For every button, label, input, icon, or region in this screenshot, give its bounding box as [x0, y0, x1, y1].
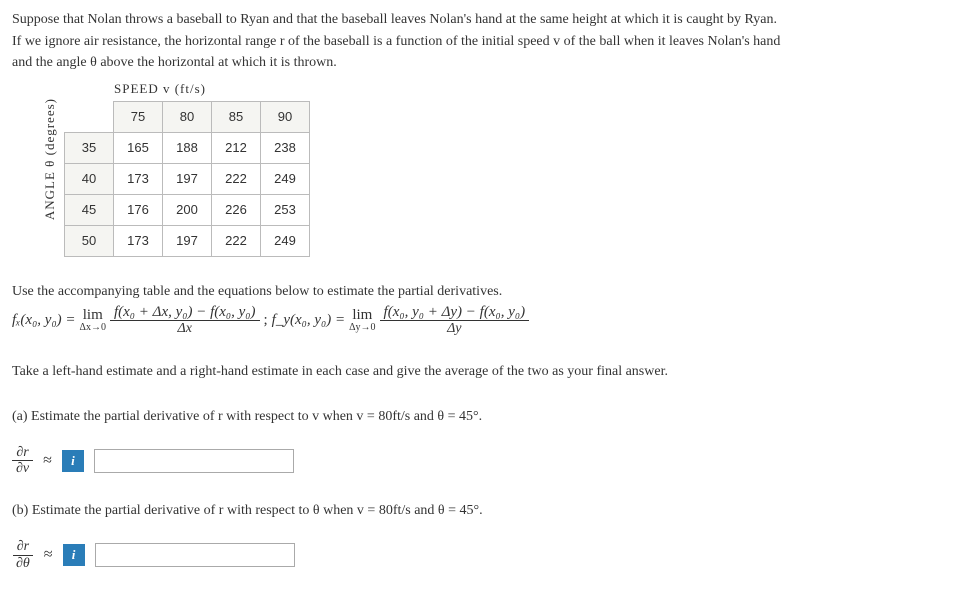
row-header: 40 [65, 163, 114, 194]
intro-line-1: Suppose that Nolan throws a baseball to … [12, 10, 948, 30]
answer-input-b[interactable] [95, 543, 295, 567]
fy-den: Δy [443, 321, 465, 336]
fx-lim: lim Δx→0 [80, 308, 106, 333]
cell: 249 [261, 163, 310, 194]
fy-lhs: f_y(x₀, y₀) = [272, 309, 345, 332]
fy-num: f(x₀, y₀ + Δy) − f(x₀, y₀) [380, 304, 530, 322]
part-a-question: (a) Estimate the partial derivative of r… [12, 406, 948, 427]
info-button-a[interactable]: i [62, 450, 84, 472]
cell: 197 [163, 225, 212, 256]
table-corner [65, 101, 114, 132]
cell: 197 [163, 163, 212, 194]
fx-frac: f(x₀ + Δx, y₀) − f(x₀, y₀) Δx [110, 304, 260, 337]
prompt-text-2: Take a left-hand estimate and a right-ha… [12, 361, 948, 382]
cell: 188 [163, 132, 212, 163]
dr-dv-den: ∂v [12, 461, 33, 476]
dr-dv-num: ∂r [12, 445, 32, 461]
col-header: 85 [212, 101, 261, 132]
approx-sign: ≈ [44, 543, 53, 567]
col-header: 80 [163, 101, 212, 132]
intro-line-2: If we ignore air resistance, the horizon… [12, 32, 948, 52]
row-header: 35 [65, 132, 114, 163]
eq-sep: ; [264, 309, 268, 332]
cell: 176 [114, 194, 163, 225]
col-header: 90 [261, 101, 310, 132]
cell: 165 [114, 132, 163, 163]
info-button-b[interactable]: i [63, 544, 85, 566]
table-row: 40 173 197 222 249 [65, 163, 310, 194]
part-a-answer-row: ∂r ∂v ≈ i [12, 445, 948, 477]
derivative-prompt: Use the accompanying table and the equat… [12, 281, 948, 337]
cell: 222 [212, 225, 261, 256]
fx-lhs: fₓ(x₀, y₀) = [12, 309, 76, 332]
cell: 249 [261, 225, 310, 256]
data-table: 75 80 85 90 35 165 188 212 238 40 173 19… [64, 101, 310, 257]
table-row: 45 176 200 226 253 [65, 194, 310, 225]
equations: fₓ(x₀, y₀) = lim Δx→0 f(x₀ + Δx, y₀) − f… [12, 304, 948, 337]
lim-label: lim [83, 308, 103, 323]
cell: 226 [212, 194, 261, 225]
fx-num: f(x₀ + Δx, y₀) − f(x₀, y₀) [110, 304, 260, 322]
dr-dtheta-den: ∂θ [12, 556, 34, 571]
cell: 173 [114, 163, 163, 194]
fy-frac: f(x₀, y₀ + Δy) − f(x₀, y₀) Δy [380, 304, 530, 337]
prompt-text-1: Use the accompanying table and the equat… [12, 281, 948, 302]
data-table-wrap: ANGLE θ (degrees) SPEED v (ft/s) 75 80 8… [42, 81, 948, 257]
row-header: 50 [65, 225, 114, 256]
lim-label: lim [352, 308, 372, 323]
table-row: 50 173 197 222 249 [65, 225, 310, 256]
cell: 173 [114, 225, 163, 256]
intro-line-3: and the angle θ above the horizontal at … [12, 53, 948, 73]
lim-sub: Δy→0 [349, 323, 375, 333]
dr-dtheta-num: ∂r [13, 539, 33, 555]
part-a: (a) Estimate the partial derivative of r… [12, 406, 948, 477]
fx-den: Δx [174, 321, 196, 336]
dr-dv: ∂r ∂v [12, 445, 33, 477]
row-header: 45 [65, 194, 114, 225]
part-b-answer-row: ∂r ∂θ ≈ i [12, 539, 948, 571]
dr-dtheta: ∂r ∂θ [12, 539, 34, 571]
table-row: 35 165 188 212 238 [65, 132, 310, 163]
cell: 212 [212, 132, 261, 163]
cell: 253 [261, 194, 310, 225]
cell: 200 [163, 194, 212, 225]
fy-lim: lim Δy→0 [349, 308, 375, 333]
table-header-row: 75 80 85 90 [65, 101, 310, 132]
lim-sub: Δx→0 [80, 323, 106, 333]
cell: 222 [212, 163, 261, 194]
col-header: 75 [114, 101, 163, 132]
problem-intro: Suppose that Nolan throws a baseball to … [12, 10, 948, 73]
answer-input-a[interactable] [94, 449, 294, 473]
table-vertical-label: ANGLE θ (degrees) [42, 98, 58, 240]
part-b-question: (b) Estimate the partial derivative of r… [12, 500, 948, 521]
part-b: (b) Estimate the partial derivative of r… [12, 500, 948, 571]
cell: 238 [261, 132, 310, 163]
approx-sign: ≈ [43, 449, 52, 473]
table-horizontal-label: SPEED v (ft/s) [114, 81, 310, 97]
